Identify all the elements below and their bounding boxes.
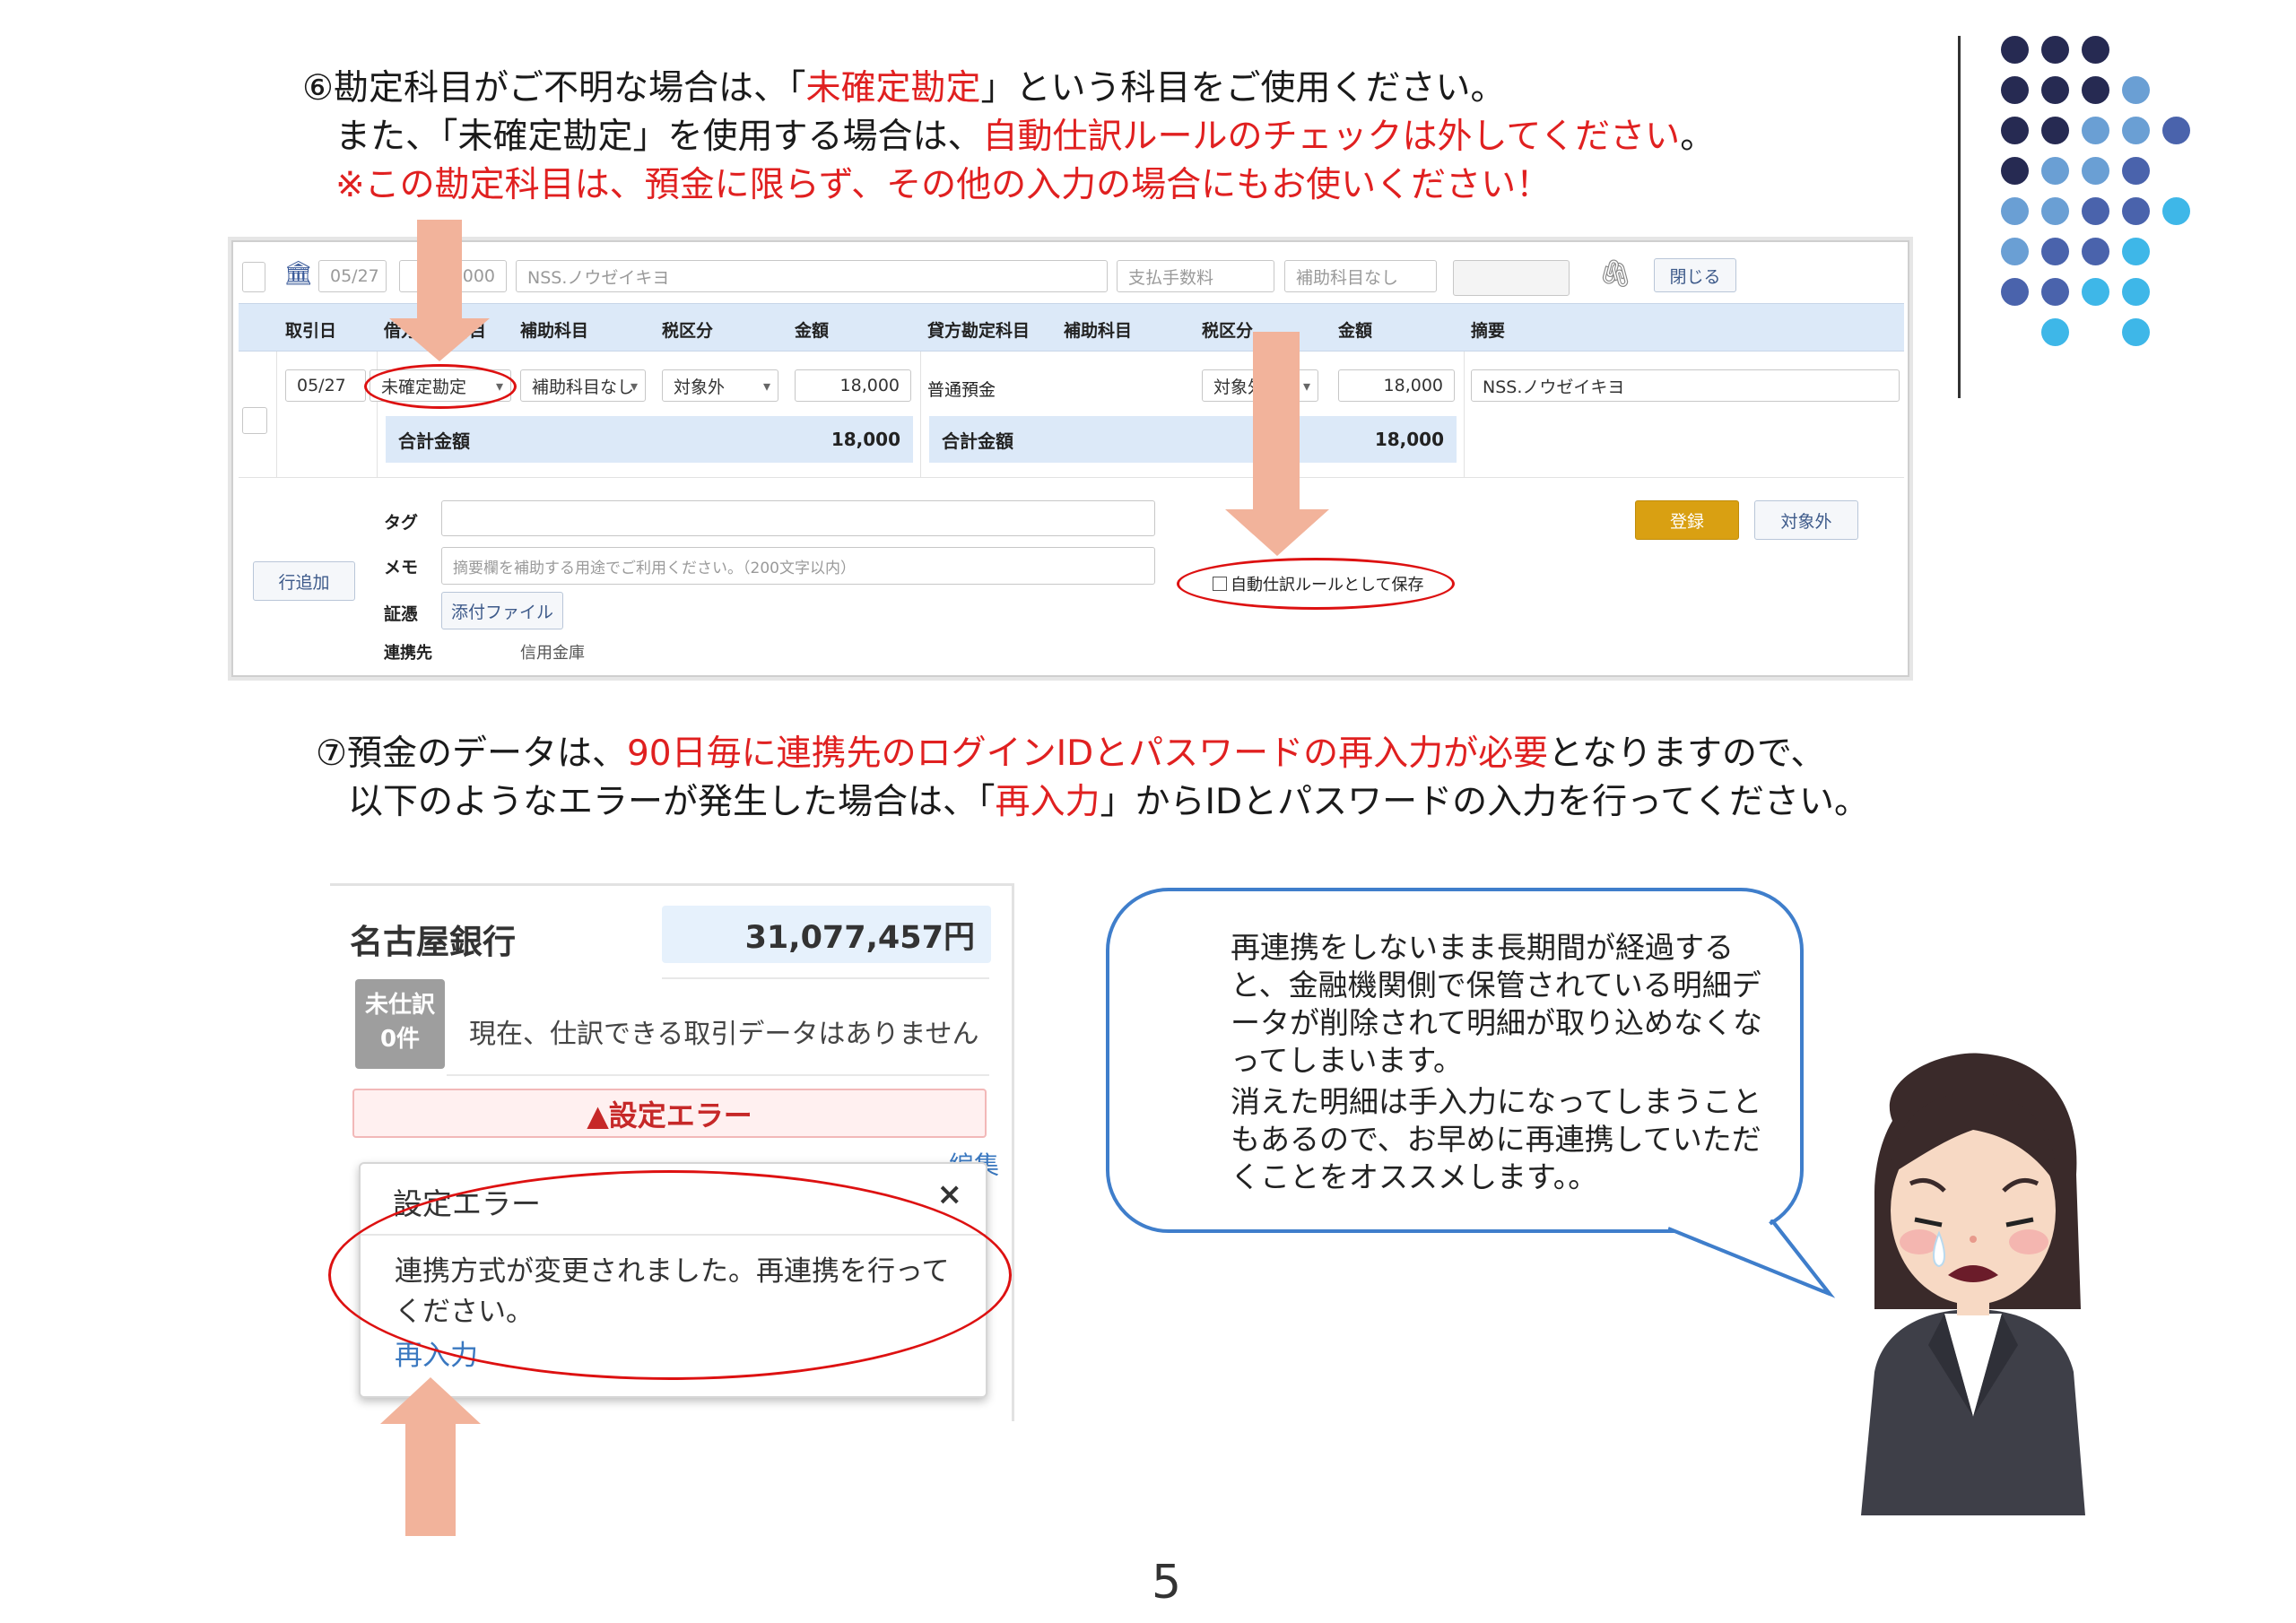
evidence-label: 証憑 xyxy=(384,604,419,624)
tag-input[interactable] xyxy=(441,500,1155,536)
decoration-dot xyxy=(2001,238,2029,265)
debit-total: 合計金額 18,000 xyxy=(386,416,913,463)
instruction-6-line1: ⑥勘定科目がご不明な場合は、「未確定勘定」という科目をご使用ください。 xyxy=(302,68,1506,108)
header-credit-amount: 金額 xyxy=(1338,321,1373,341)
header-credit-tax: 税区分 xyxy=(1202,321,1254,341)
arrow-down-auto-rule-head xyxy=(1225,509,1329,556)
unjournalized-badge: 未仕訳 0件 xyxy=(355,979,445,1069)
decoration-dot xyxy=(2001,76,2029,104)
arrow-up-relink xyxy=(405,1424,456,1536)
memo-input[interactable]: 摘要欄を補助する用途でご利用ください。（200文字以内） xyxy=(441,547,1155,585)
credit-account: 普通預金 xyxy=(927,380,996,400)
speech-bubble-tail-cover xyxy=(1668,1219,1831,1296)
arrow-up-relink-head xyxy=(380,1377,481,1424)
instruction-6-line3: ※この勘定科目は、預金に限らず、その他の入力の場合にもお使いください！ xyxy=(335,165,1552,205)
header-description: 摘要 xyxy=(1471,321,1506,341)
fee-field[interactable]: 支払手数料 xyxy=(1117,260,1274,292)
decoration-dot xyxy=(2082,76,2109,104)
summary-date: 05/27 xyxy=(318,260,387,292)
debit-sub-select[interactable]: 補助科目なし xyxy=(520,369,646,402)
partner-label: 連携先 xyxy=(384,644,432,663)
debit-tax-select[interactable]: 対象外 xyxy=(662,369,778,402)
bubble-text: 再連携をしないまま長期間が経過すると、金融機関側で保管されている明細データが削除… xyxy=(1231,930,1763,1194)
decoration-dot xyxy=(2082,238,2109,265)
exclude-button[interactable]: 対象外 xyxy=(1754,500,1858,540)
header-debit-tax: 税区分 xyxy=(662,321,714,341)
register-button[interactable]: 登録 xyxy=(1635,500,1739,540)
journal-entry-form: 🏛 05/27 18,000 NSS.ノウゼイキヨ 支払手数料 補助科目なし 🖇… xyxy=(231,240,1909,677)
decoration-dot xyxy=(2082,197,2109,225)
tag-label: タグ xyxy=(384,513,419,533)
decoration-dot xyxy=(2162,197,2190,225)
debit-amount-input[interactable]: 18,000 xyxy=(795,369,911,402)
decoration-dot xyxy=(2041,238,2069,265)
decoration-dot xyxy=(2122,278,2150,306)
header-credit-account: 貸方勘定科目 xyxy=(927,321,1031,341)
arrow-down-auto-rule xyxy=(1253,332,1300,511)
credit-amount-input[interactable]: 18,000 xyxy=(1338,369,1455,402)
header-date: 取引日 xyxy=(285,321,337,341)
summary-blank-field[interactable] xyxy=(1453,260,1570,296)
memo-label: メモ xyxy=(384,558,419,577)
highlight-ellipse-auto-rule xyxy=(1177,558,1455,610)
bank-icon: 🏛 xyxy=(283,260,314,287)
add-row-button[interactable]: 行追加 xyxy=(253,561,355,601)
decoration-dot xyxy=(2122,318,2150,346)
entry-row-checkbox[interactable] xyxy=(242,407,267,434)
row-checkbox[interactable] xyxy=(242,262,265,292)
decoration-dot xyxy=(2082,278,2109,306)
crying-woman-illustration xyxy=(1861,1053,2085,1515)
decoration-dot xyxy=(2122,238,2150,265)
decoration-dot xyxy=(2041,157,2069,185)
decoration-dot xyxy=(2122,117,2150,144)
highlight-ellipse-account xyxy=(364,364,517,409)
credit-total: 合計金額 18,000 xyxy=(929,416,1457,463)
decoration-dot xyxy=(2001,36,2029,64)
paperclip-icon[interactable]: 🖇 xyxy=(1598,258,1632,290)
decoration-dot xyxy=(2041,197,2069,225)
decoration-dot xyxy=(2162,117,2190,144)
decoration-dot xyxy=(2041,36,2069,64)
divider-line xyxy=(1958,36,1961,398)
decoration-dot xyxy=(2082,117,2109,144)
summary-description: NSS.ノウゼイキヨ xyxy=(516,260,1108,292)
page-number: 5 xyxy=(1152,1556,1182,1610)
decoration-dot xyxy=(2122,197,2150,225)
decoration-dot xyxy=(2122,157,2150,185)
summary-sub-account[interactable]: 補助科目なし xyxy=(1284,260,1437,292)
header-debit-sub: 補助科目 xyxy=(520,321,589,341)
decoration-dot xyxy=(2001,278,2029,306)
decoration-dot xyxy=(2122,76,2150,104)
decoration-dot xyxy=(2001,197,2029,225)
decoration-dot xyxy=(2041,318,2069,346)
decoration-dot xyxy=(2041,76,2069,104)
decoration-dot xyxy=(2082,36,2109,64)
instruction-6-line2: また、「未確定勘定」を使用する場合は、自動仕訳ルールのチェックは外してください。 xyxy=(335,117,1716,157)
instruction-7-line2: 以下のようなエラーが発生した場合は、「再入力」からIDとパスワードの入力を行って… xyxy=(348,782,1869,822)
description-input[interactable]: NSS.ノウゼイキヨ xyxy=(1471,369,1900,402)
decoration-dot xyxy=(2082,157,2109,185)
bank-name: 名古屋銀行 xyxy=(350,923,516,961)
arrow-down-account-head xyxy=(389,318,490,361)
header-credit-sub: 補助科目 xyxy=(1064,321,1133,341)
no-data-message: 現在、仕訳できる取引データはありません xyxy=(469,1019,979,1050)
header-debit-amount: 金額 xyxy=(795,321,830,341)
close-icon[interactable]: × xyxy=(937,1176,963,1212)
account-balance: 31,077,457円 xyxy=(662,906,991,963)
instruction-7-line1: ⑦預金のデータは、90日毎に連携先のログインIDとパスワードの再入力が必要となり… xyxy=(316,733,1826,774)
attach-file-button[interactable]: 添付ファイル xyxy=(441,592,563,629)
highlight-ellipse-popup xyxy=(328,1170,1012,1380)
close-button[interactable]: 閉じる xyxy=(1654,258,1736,292)
entry-date-input[interactable]: 05/27 xyxy=(285,369,366,402)
decoration-dot xyxy=(2001,157,2029,185)
arrow-down-account xyxy=(417,220,462,318)
decoration-dot xyxy=(2041,117,2069,144)
settings-error-banner[interactable]: ▲設定エラー xyxy=(352,1089,987,1138)
decoration-dot xyxy=(2001,117,2029,144)
speech-bubble: 再連携をしないまま長期間が経過すると、金融機関側で保管されている明細データが削除… xyxy=(1106,888,1804,1233)
decoration-dot xyxy=(2041,278,2069,306)
partner-value: 信用金庫 xyxy=(520,644,585,663)
